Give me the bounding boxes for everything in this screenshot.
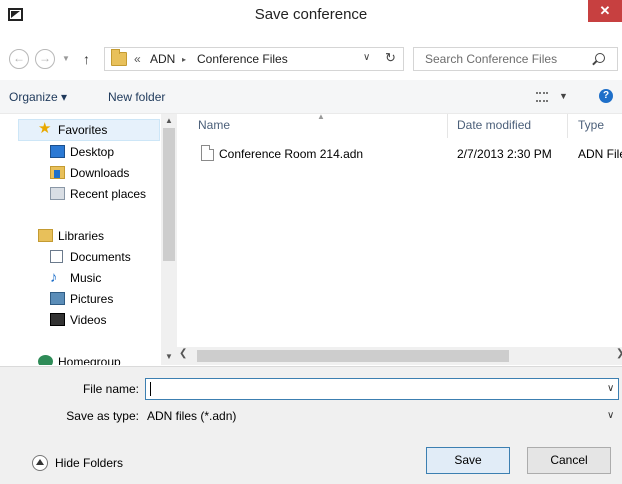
breadcrumb-item-conference-files[interactable]: Conference Files bbox=[197, 52, 288, 66]
column-header-type[interactable]: Type bbox=[578, 118, 604, 132]
file-name: Conference Room 214.adn bbox=[219, 147, 364, 161]
new-folder-button[interactable]: New folder bbox=[108, 90, 165, 104]
star-icon: ★ bbox=[38, 120, 52, 137]
sidebar-item-label: Music bbox=[70, 271, 102, 285]
save-form: File name: ∨ Save as type: ADN files (*.… bbox=[0, 366, 622, 484]
sidebar-item-label: Desktop bbox=[70, 145, 115, 159]
up-button[interactable]: ↑ bbox=[83, 51, 90, 67]
homegroup-icon bbox=[38, 355, 53, 365]
close-button[interactable]: ✕ bbox=[588, 0, 622, 22]
scroll-thumb[interactable] bbox=[197, 350, 509, 362]
address-row: ← → ▼ ↑ « ADN ▸ Conference Files ∨ ↻ Sea… bbox=[0, 44, 622, 74]
scroll-down-icon[interactable]: ▼ bbox=[161, 350, 177, 364]
search-placeholder: Search Conference Files bbox=[425, 52, 558, 66]
column-divider[interactable] bbox=[567, 114, 568, 138]
refresh-icon[interactable]: ↻ bbox=[385, 50, 396, 66]
breadcrumb-item-adn[interactable]: ADN bbox=[150, 52, 175, 66]
downloads-icon bbox=[50, 166, 65, 179]
file-name-label: File name: bbox=[82, 382, 139, 396]
desktop-icon bbox=[50, 145, 65, 158]
sidebar-item-label: Homegroup bbox=[58, 355, 121, 365]
nav-scrollbar[interactable]: ▲ ▼ bbox=[161, 114, 177, 365]
window-title: Save conference bbox=[254, 6, 368, 23]
navigation-pane: ★ Favorites Desktop Downloads Recent pla… bbox=[0, 114, 177, 365]
breadcrumb-separator-icon[interactable]: ▸ bbox=[182, 55, 186, 64]
sidebar-item-label: Libraries bbox=[58, 229, 105, 243]
address-dropdown-icon[interactable]: ∨ bbox=[363, 52, 370, 63]
pictures-icon bbox=[50, 292, 65, 305]
save-as-type-value: ADN files (*.adn) bbox=[147, 409, 237, 423]
back-button[interactable]: ← bbox=[9, 49, 29, 69]
sidebar-item-label: Favorites bbox=[58, 123, 108, 137]
sidebar-item-label: Recent places bbox=[70, 187, 147, 201]
file-date: 2/7/2013 2:30 PM bbox=[457, 147, 552, 161]
file-list: Name ▲ Date modified Type Conference Roo… bbox=[177, 112, 622, 365]
scroll-left-icon[interactable]: ❮ bbox=[179, 348, 187, 359]
help-icon[interactable]: ? bbox=[599, 89, 613, 103]
text-caret bbox=[150, 382, 151, 396]
recent-places-icon bbox=[50, 187, 65, 200]
save-button[interactable]: Save bbox=[426, 447, 510, 474]
documents-icon bbox=[50, 250, 63, 263]
organize-button[interactable]: Organize ▾ bbox=[9, 90, 67, 104]
sidebar-item-label: Downloads bbox=[70, 166, 130, 180]
save-as-type-label: Save as type: bbox=[66, 409, 139, 423]
hide-folders-button[interactable]: Hide Folders bbox=[55, 456, 123, 470]
title-bar: Save conference ✕ bbox=[0, 0, 622, 32]
file-type: ADN File bbox=[578, 147, 622, 161]
videos-icon bbox=[50, 313, 65, 326]
file-icon bbox=[201, 145, 214, 161]
music-icon: ♪ bbox=[50, 269, 58, 286]
scroll-right-icon[interactable]: ❯ bbox=[616, 348, 622, 359]
column-header-date-modified[interactable]: Date modified bbox=[457, 118, 531, 132]
breadcrumb-overflow[interactable]: « bbox=[134, 52, 141, 66]
sidebar-item-label: Videos bbox=[70, 313, 107, 327]
hide-folders-icon[interactable] bbox=[32, 455, 48, 471]
change-view-icon[interactable] bbox=[536, 92, 548, 102]
libraries-icon bbox=[38, 229, 53, 242]
save-as-type-dropdown-icon[interactable]: ∨ bbox=[607, 410, 614, 421]
forward-button[interactable]: → bbox=[35, 49, 55, 69]
address-bar[interactable]: « ADN ▸ Conference Files ∨ ↻ bbox=[104, 47, 404, 71]
cancel-button[interactable]: Cancel bbox=[527, 447, 611, 474]
scroll-up-icon[interactable]: ▲ bbox=[161, 114, 177, 128]
sidebar-item-label: Documents bbox=[70, 250, 131, 264]
sort-ascending-icon: ▲ bbox=[317, 112, 325, 121]
toolbar: Organize ▾ New folder ▼ ? bbox=[0, 80, 622, 114]
search-icon[interactable] bbox=[595, 53, 605, 63]
sidebar-item-label: Pictures bbox=[70, 292, 114, 306]
column-divider[interactable] bbox=[447, 114, 448, 138]
view-options-dropdown-icon[interactable]: ▼ bbox=[559, 91, 568, 101]
search-input[interactable]: Search Conference Files bbox=[413, 47, 618, 71]
folder-icon bbox=[111, 49, 127, 66]
file-list-scrollbar[interactable]: ❮ ❯ bbox=[177, 347, 622, 365]
scroll-thumb[interactable] bbox=[163, 128, 175, 261]
column-header-name[interactable]: Name bbox=[198, 118, 230, 132]
file-name-dropdown-icon[interactable]: ∨ bbox=[607, 383, 614, 394]
save-as-type-select[interactable]: ADN files (*.adn) ∨ bbox=[145, 405, 619, 427]
recent-locations-dropdown-icon[interactable]: ▼ bbox=[62, 54, 70, 63]
file-row[interactable]: Conference Room 214.adn 2/7/2013 2:30 PM… bbox=[197, 144, 622, 164]
file-name-input[interactable]: ∨ bbox=[145, 378, 619, 400]
